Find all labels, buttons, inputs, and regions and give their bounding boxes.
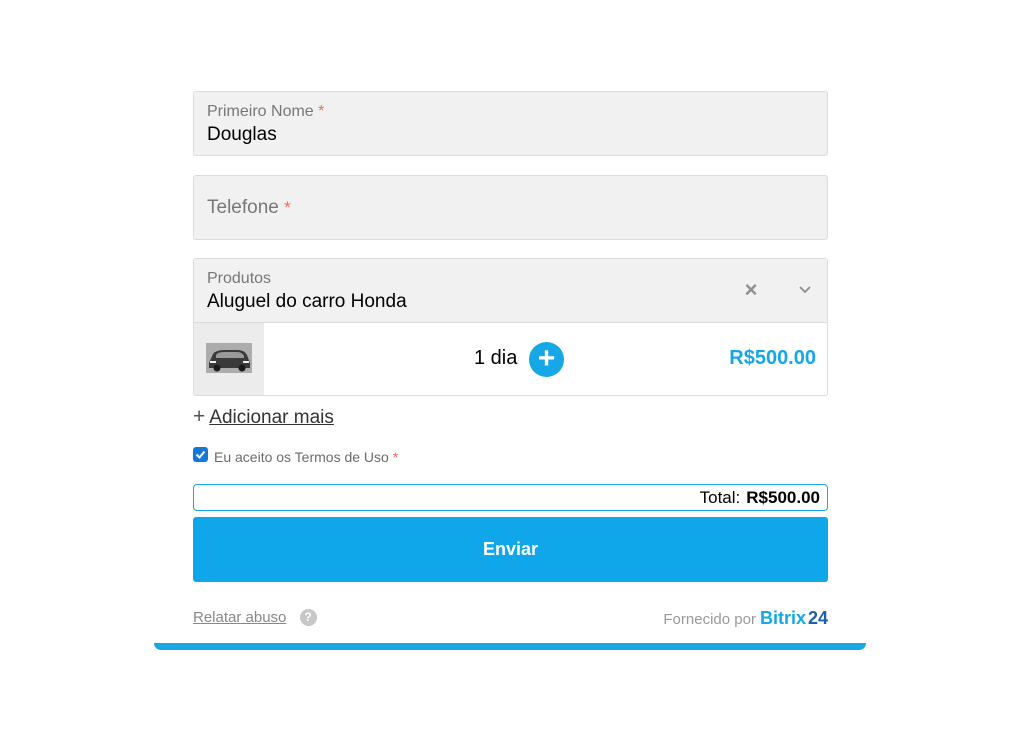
first-name-field[interactable]: Primeiro Nome * Douglas bbox=[193, 91, 828, 156]
add-more-link[interactable]: + Adicionar mais bbox=[193, 405, 334, 429]
terms-checkbox[interactable] bbox=[193, 447, 208, 462]
plus-icon: + bbox=[193, 405, 206, 428]
terms-label[interactable]: Eu aceito os Termos de Uso * bbox=[214, 449, 398, 465]
powered-label: Fornecido por bbox=[663, 611, 756, 628]
products-selected-value: Aluguel do carro Honda bbox=[207, 291, 407, 312]
total-box: Total: R$500.00 bbox=[193, 484, 828, 511]
first-name-value[interactable]: Douglas bbox=[207, 124, 277, 146]
brand-logo-primary: Bitrix bbox=[759, 608, 806, 628]
chevron-down-icon[interactable] bbox=[798, 283, 812, 297]
required-mark: * bbox=[392, 449, 399, 465]
powered-by[interactable]: Fornecido por Bitrix 24 bbox=[663, 608, 828, 629]
first-name-label: Primeiro Nome * bbox=[207, 103, 325, 120]
products-select[interactable]: Produtos Aluguel do carro Honda × bbox=[194, 259, 827, 323]
phone-field[interactable]: Telefone * bbox=[193, 175, 828, 240]
products-field: Produtos Aluguel do carro Honda × 1 dia … bbox=[193, 258, 828, 396]
help-icon[interactable]: ? bbox=[299, 609, 317, 626]
form-bottom-border bbox=[154, 643, 866, 650]
phone-placeholder: Telefone * bbox=[207, 197, 291, 218]
total-value: R$500.00 bbox=[746, 488, 820, 507]
quantity-label: 1 dia bbox=[474, 347, 518, 369]
increase-quantity-button[interactable]: + bbox=[529, 342, 564, 377]
required-mark: * bbox=[318, 103, 325, 120]
close-icon[interactable]: × bbox=[741, 279, 761, 301]
add-more-label: Adicionar mais bbox=[209, 407, 334, 428]
product-price: R$500.00 bbox=[729, 347, 816, 369]
products-label: Produtos bbox=[207, 270, 272, 287]
car-image bbox=[194, 323, 264, 395]
total-label: Total: bbox=[699, 488, 741, 507]
report-abuse: Relatar abuso ? bbox=[193, 609, 317, 626]
product-item: 1 dia + R$500.00 bbox=[194, 323, 827, 395]
brand-logo-secondary: 24 bbox=[807, 608, 828, 628]
report-abuse-link[interactable]: Relatar abuso bbox=[193, 609, 286, 626]
submit-button[interactable]: Enviar bbox=[193, 517, 828, 582]
required-mark: * bbox=[284, 198, 291, 217]
